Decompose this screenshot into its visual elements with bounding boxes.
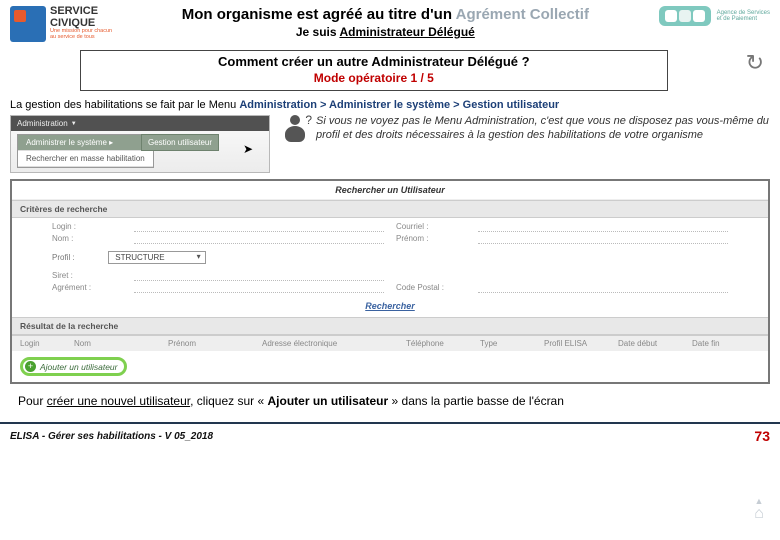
form-title: Rechercher un Utilisateur <box>12 181 768 200</box>
tip-text: Si vous ne voyez pas le Menu Administrat… <box>316 115 770 149</box>
col-email: Adresse électronique <box>262 339 402 348</box>
menu-item-mass-search: Rechercher en masse habilitation <box>18 151 153 167</box>
col-login: Login <box>20 339 70 348</box>
menu-item-admin-system: Administrer le système ▸ <box>18 135 153 151</box>
title-block: Mon organisme est agréé au titre d'un Ag… <box>112 6 659 39</box>
col-tel: Téléphone <box>406 339 476 348</box>
question-box: Comment créer un autre Administrateur Dé… <box>80 50 668 91</box>
slide-footer: ELISA - Gérer ses habilitations - V 05_2… <box>0 424 780 444</box>
tip-callout: ? Si vous ne voyez pas le Menu Administr… <box>282 115 770 149</box>
label-profil: Profil : <box>52 253 106 262</box>
question-text: Comment créer un autre Administrateur Dé… <box>87 54 661 69</box>
page-number: 73 <box>754 428 770 444</box>
logo-sc-line1: SERVICE <box>50 5 98 17</box>
result-table-header: Login Nom Prénom Adresse électronique Té… <box>12 335 768 351</box>
cursor-icon: ➤ <box>243 142 253 156</box>
mode-label: Mode opératoire 1 / 5 <box>87 71 661 85</box>
logo-service-civique: SERVICECIVIQUE Une mission pour chacun a… <box>10 6 112 42</box>
form-screenshot: Rechercher un Utilisateur Critères de re… <box>10 179 770 384</box>
sc-badge-icon <box>10 6 46 42</box>
logo-sc-line2: CIVIQUE <box>50 17 95 29</box>
menu-dropdown: Administrer le système ▸ Rechercher en m… <box>17 134 154 168</box>
asp-badge-icon <box>659 6 711 26</box>
title-main: Mon organisme est agréé au titre d'un Ag… <box>112 6 659 23</box>
label-codepostal: Code Postal : <box>396 283 466 293</box>
footer-version: ELISA - Gérer ses habilitations - V 05_2… <box>10 431 213 442</box>
title-main-suffix: Agrément Collectif <box>456 6 589 23</box>
label-siret: Siret : <box>52 271 122 281</box>
label-agrement: Agrément : <box>52 283 122 293</box>
logo-asp: Agence de Serviceset de Paiement <box>659 6 770 26</box>
col-type: Type <box>480 339 540 348</box>
profil-select: STRUCTURE <box>108 251 205 264</box>
home-button[interactable]: ▲ ⌂ <box>748 499 770 522</box>
add-user-link: +Ajouter un utilisateur <box>20 357 127 376</box>
slide-header: SERVICECIVIQUE Une mission pour chacun a… <box>0 0 780 42</box>
plus-icon: + <box>25 361 36 372</box>
label-nom: Nom : <box>52 234 122 244</box>
menu-top-item: Administration ▼ <box>11 116 269 131</box>
col-prenom: Prénom <box>168 339 258 348</box>
nav-path: Administration > Administrer le système … <box>239 99 559 111</box>
form-section-result: Résultat de la recherche <box>12 317 768 335</box>
reload-icon[interactable]: ↻ <box>746 50 764 76</box>
title-sub-role: Administrateur Délégué <box>339 25 474 39</box>
col-nom: Nom <box>74 339 164 348</box>
menu-flyout: Gestion utilisateur <box>141 134 219 151</box>
home-icon: ⌂ <box>748 506 770 522</box>
title-sub: Je suis Administrateur Délégué <box>112 25 659 39</box>
form-section-criteria: Critères de recherche <box>12 200 768 218</box>
asp-line1: Agence de Services <box>717 10 770 16</box>
search-link: Rechercher <box>12 297 768 317</box>
menu-screenshot: Administration ▼ Administrer le système … <box>10 115 270 173</box>
logo-sc-tagline2: au service de tous <box>50 35 112 41</box>
col-profil: Profil ELISA <box>544 339 614 348</box>
asp-line2: et de Paiement <box>717 16 757 22</box>
label-courriel: Courriel : <box>396 222 466 232</box>
intro-text: La gestion des habilitations se fait par… <box>10 99 770 111</box>
question-band: Comment créer un autre Administrateur Dé… <box>10 50 770 91</box>
instruction-text: Pour créer une nouvel utilisateur, cliqu… <box>18 394 762 408</box>
col-fin: Date fin <box>692 339 760 348</box>
col-date: Date début <box>618 339 688 348</box>
label-login: Login : <box>52 222 122 232</box>
label-prenom: Prénom : <box>396 234 466 244</box>
person-question-icon: ? <box>282 115 308 149</box>
